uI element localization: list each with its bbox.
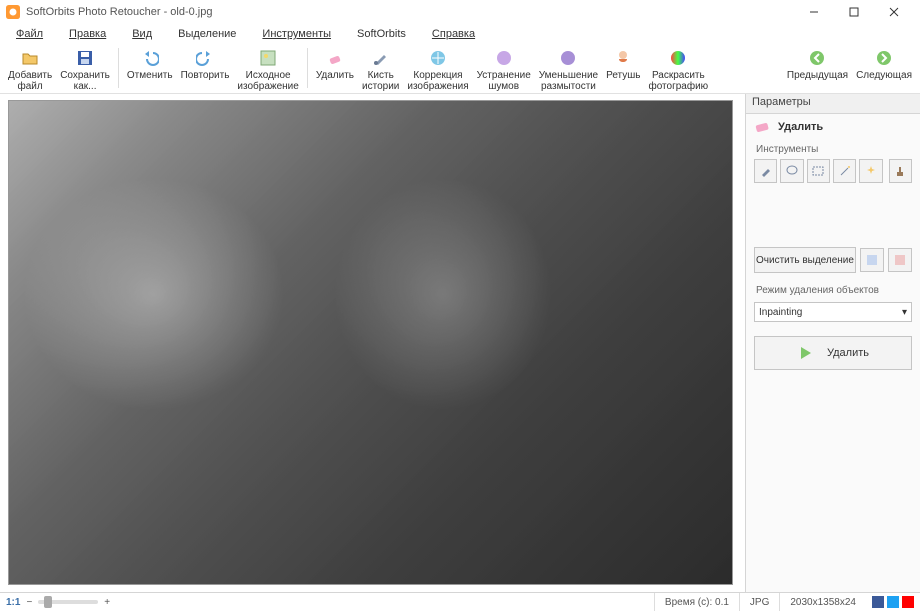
zoom-in-button[interactable]: +	[104, 597, 110, 608]
retouch-icon	[613, 48, 633, 68]
lasso-tool[interactable]	[780, 159, 803, 183]
correction-icon	[428, 48, 448, 68]
toolbar: Добавить файл Сохранить как... Отменить …	[0, 44, 920, 94]
window-title: SoftOrbits Photo Retoucher - old-0.jpg	[26, 6, 794, 18]
colorize-button[interactable]: Раскрасить фотографию	[644, 46, 712, 94]
status-dimensions: 2030x1358x24	[779, 593, 866, 611]
marker-tool[interactable]	[754, 159, 777, 183]
eraser-icon	[325, 48, 345, 68]
loaded-photo	[9, 101, 732, 584]
zoom-ratio[interactable]: 1:1	[6, 597, 20, 608]
window-controls	[794, 0, 914, 24]
colorize-icon	[668, 48, 688, 68]
magic-wand-tool[interactable]	[833, 159, 856, 183]
selection-tools-row	[746, 159, 920, 189]
menu-tools[interactable]: Инструменты	[250, 26, 343, 42]
sharpen-icon	[558, 48, 578, 68]
minimize-button[interactable]	[794, 0, 834, 24]
status-time: Время (с): 0.1	[654, 593, 739, 611]
brush-icon	[371, 48, 391, 68]
tools-label: Инструменты	[746, 140, 920, 159]
section-name: Удалить	[778, 121, 823, 133]
add-file-button[interactable]: Добавить файл	[4, 46, 56, 94]
parameters-panel: Параметры Удалить Инструменты Очистить в…	[745, 94, 920, 592]
history-brush-button[interactable]: Кисть истории	[358, 46, 403, 94]
arrow-left-icon	[807, 48, 827, 68]
zoom-slider[interactable]	[38, 600, 98, 604]
twitter-icon[interactable]	[887, 596, 899, 608]
menu-edit[interactable]: Правка	[57, 26, 118, 42]
arrow-right-icon	[874, 48, 894, 68]
image-correction-button[interactable]: Коррекция изображения	[403, 46, 472, 94]
deselect-button-1[interactable]	[860, 248, 884, 272]
panel-title: Параметры	[746, 94, 920, 114]
noise-removal-button[interactable]: Устранение шумов	[473, 46, 535, 94]
mode-label: Режим удаления объектов	[746, 281, 920, 300]
status-format: JPG	[739, 593, 779, 611]
noise-icon	[494, 48, 514, 68]
menu-selection[interactable]: Выделение	[166, 26, 248, 42]
clear-selection-button[interactable]: Очистить выделение	[754, 247, 856, 273]
redo-button[interactable]: Повторить	[177, 46, 234, 83]
play-icon	[797, 344, 815, 362]
menu-file[interactable]: Файл	[4, 26, 55, 42]
image-canvas[interactable]	[8, 100, 733, 585]
next-image-button[interactable]: Следующая	[852, 46, 916, 83]
chevron-down-icon: ▾	[902, 307, 907, 318]
youtube-icon[interactable]	[902, 596, 914, 608]
undo-icon	[140, 48, 160, 68]
deselect-button-2[interactable]	[888, 248, 912, 272]
title-bar: SoftOrbits Photo Retoucher - old-0.jpg	[0, 0, 920, 24]
rectangle-select-tool[interactable]	[807, 159, 830, 183]
remove-action-button[interactable]: Удалить	[754, 336, 912, 370]
original-image-button[interactable]: Исходное изображение	[233, 46, 302, 94]
maximize-button[interactable]	[834, 0, 874, 24]
sharpen-button[interactable]: Уменьшение размытости	[535, 46, 602, 94]
removal-mode-value: Inpainting	[759, 307, 802, 318]
floppy-icon	[75, 48, 95, 68]
undo-button[interactable]: Отменить	[123, 46, 177, 83]
menu-bar: Файл Правка Вид Выделение Инструменты So…	[0, 24, 920, 44]
menu-view[interactable]: Вид	[120, 26, 164, 42]
close-button[interactable]	[874, 0, 914, 24]
eraser-small-icon	[754, 120, 772, 134]
panel-section-header: Удалить	[746, 114, 920, 140]
menu-help[interactable]: Справка	[420, 26, 487, 42]
removal-mode-select[interactable]: Inpainting ▾	[754, 302, 912, 322]
app-logo-icon	[6, 5, 20, 19]
remove-tool-button[interactable]: Удалить	[312, 46, 358, 83]
clone-stamp-tool[interactable]	[889, 159, 912, 183]
status-bar: 1:1 − + Время (с): 0.1 JPG 2030x1358x24	[0, 592, 920, 611]
folder-open-icon	[20, 48, 40, 68]
save-as-button[interactable]: Сохранить как...	[56, 46, 114, 94]
retouch-button[interactable]: Ретушь	[602, 46, 644, 83]
social-links	[866, 596, 920, 608]
menu-softorbits[interactable]: SoftOrbits	[345, 26, 418, 42]
redo-icon	[195, 48, 215, 68]
clear-selection-row: Очистить выделение	[746, 239, 920, 281]
zoom-out-button[interactable]: −	[26, 597, 32, 608]
main-area: Параметры Удалить Инструменты Очистить в…	[0, 94, 920, 592]
original-image-icon	[258, 48, 278, 68]
previous-image-button[interactable]: Предыдущая	[783, 46, 852, 83]
canvas-area	[0, 94, 745, 592]
facebook-icon[interactable]	[872, 596, 884, 608]
smart-select-tool[interactable]	[859, 159, 882, 183]
